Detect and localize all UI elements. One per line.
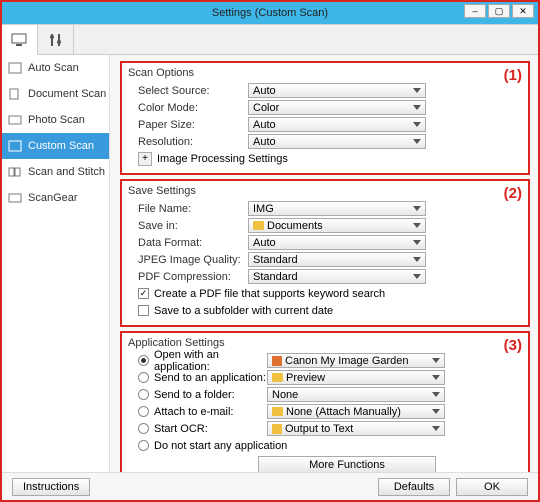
start-ocr-radio[interactable] bbox=[138, 423, 149, 434]
image-processing-label: Image Processing Settings bbox=[157, 153, 288, 165]
paper-size-label: Paper Size: bbox=[128, 119, 248, 131]
scangear-icon bbox=[8, 192, 22, 204]
sidebar-item-label: Document Scan bbox=[28, 88, 106, 100]
maximize-button[interactable]: ▢ bbox=[488, 4, 510, 18]
open-with-label: Open with an application: bbox=[154, 349, 267, 373]
data-format-label: Data Format: bbox=[128, 237, 248, 249]
select-source-dropdown[interactable]: Auto bbox=[248, 83, 426, 98]
data-format-dropdown[interactable]: Auto bbox=[248, 235, 426, 250]
open-with-dropdown[interactable]: Canon My Image Garden bbox=[267, 353, 445, 368]
more-functions-button[interactable]: More Functions bbox=[258, 456, 436, 472]
sidebar-item-label: Auto Scan bbox=[28, 62, 79, 74]
folder-icon bbox=[272, 373, 283, 382]
sidebar-item-photo-scan[interactable]: Photo Scan bbox=[2, 107, 109, 133]
content-area: Auto Scan Document Scan Photo Scan Custo… bbox=[2, 24, 538, 472]
stitch-icon bbox=[8, 166, 22, 178]
send-app-label: Send to an application: bbox=[154, 372, 267, 384]
start-ocr-label: Start OCR: bbox=[154, 423, 267, 435]
tab-tools[interactable] bbox=[38, 25, 74, 55]
file-name-dropdown[interactable]: IMG bbox=[248, 201, 426, 216]
document-scan-icon bbox=[8, 88, 22, 100]
main-panel: (1) Scan Options Select Source:Auto Colo… bbox=[110, 55, 538, 472]
pdf-compression-label: PDF Compression: bbox=[128, 271, 248, 283]
subfolder-checkbox[interactable] bbox=[138, 305, 149, 316]
sidebar-item-scangear[interactable]: ScanGear bbox=[2, 185, 109, 211]
color-mode-dropdown[interactable]: Color bbox=[248, 100, 426, 115]
select-source-label: Select Source: bbox=[128, 85, 248, 97]
top-tab-row bbox=[2, 25, 538, 55]
do-not-start-radio[interactable] bbox=[138, 440, 149, 451]
sidebar-item-label: Photo Scan bbox=[28, 114, 85, 126]
sidebar-item-label: Custom Scan bbox=[28, 140, 94, 152]
photo-scan-icon bbox=[8, 114, 22, 126]
auto-scan-icon bbox=[8, 62, 22, 74]
callout-1: (1) bbox=[504, 67, 522, 84]
pdf-compression-dropdown[interactable]: Standard bbox=[248, 269, 426, 284]
save-in-label: Save in: bbox=[128, 220, 248, 232]
group-scan-options: (1) Scan Options Select Source:Auto Colo… bbox=[120, 61, 530, 175]
do-not-start-label: Do not start any application bbox=[154, 440, 287, 452]
titlebar: Settings (Custom Scan) – ▢ ✕ bbox=[2, 2, 538, 24]
instructions-button[interactable]: Instructions bbox=[12, 478, 90, 496]
defaults-button[interactable]: Defaults bbox=[378, 478, 450, 496]
sidebar-item-label: Scan and Stitch bbox=[28, 166, 105, 178]
sidebar-item-scan-and-stitch[interactable]: Scan and Stitch bbox=[2, 159, 109, 185]
monitor-icon bbox=[10, 32, 30, 48]
custom-scan-icon bbox=[8, 140, 22, 152]
resolution-dropdown[interactable]: Auto bbox=[248, 134, 426, 149]
group-save-settings: (2) Save Settings File Name:IMG Save in:… bbox=[120, 179, 530, 327]
send-app-radio[interactable] bbox=[138, 372, 149, 383]
color-mode-label: Color Mode: bbox=[128, 102, 248, 114]
sidebar: Auto Scan Document Scan Photo Scan Custo… bbox=[2, 55, 110, 472]
send-folder-label: Send to a folder: bbox=[154, 389, 267, 401]
expand-image-processing-button[interactable]: + bbox=[138, 152, 152, 166]
pdf-keyword-label: Create a PDF file that supports keyword … bbox=[154, 288, 385, 300]
send-folder-radio[interactable] bbox=[138, 389, 149, 400]
attach-email-dropdown[interactable]: None (Attach Manually) bbox=[267, 404, 445, 419]
folder-icon bbox=[272, 407, 283, 416]
group-title: Scan Options bbox=[128, 67, 522, 79]
footer: Instructions Defaults OK bbox=[2, 472, 538, 500]
subfolder-label: Save to a subfolder with current date bbox=[154, 305, 333, 317]
sidebar-item-auto-scan[interactable]: Auto Scan bbox=[2, 55, 109, 81]
attach-email-radio[interactable] bbox=[138, 406, 149, 417]
tab-scan-from-computer[interactable] bbox=[2, 25, 38, 55]
app-icon bbox=[272, 356, 282, 366]
group-title: Application Settings bbox=[128, 337, 522, 349]
window-title: Settings (Custom Scan) bbox=[212, 7, 328, 19]
jpeg-quality-dropdown[interactable]: Standard bbox=[248, 252, 426, 267]
sidebar-item-label: ScanGear bbox=[28, 192, 78, 204]
save-in-dropdown[interactable]: Documents bbox=[248, 218, 426, 233]
send-app-dropdown[interactable]: Preview bbox=[267, 370, 445, 385]
group-title: Save Settings bbox=[128, 185, 522, 197]
resolution-label: Resolution: bbox=[128, 136, 248, 148]
callout-2: (2) bbox=[504, 185, 522, 202]
attach-email-label: Attach to e-mail: bbox=[154, 406, 267, 418]
tools-icon bbox=[47, 31, 65, 49]
send-folder-dropdown[interactable]: None bbox=[267, 387, 445, 402]
close-button[interactable]: ✕ bbox=[512, 4, 534, 18]
minimize-button[interactable]: – bbox=[464, 4, 486, 18]
sidebar-item-custom-scan[interactable]: Custom Scan bbox=[2, 133, 109, 159]
app-icon bbox=[272, 424, 282, 434]
open-with-radio[interactable] bbox=[138, 355, 149, 366]
callout-3: (3) bbox=[504, 337, 522, 354]
group-application-settings: (3) Application Settings Open with an ap… bbox=[120, 331, 530, 472]
folder-icon bbox=[253, 221, 264, 230]
jpeg-quality-label: JPEG Image Quality: bbox=[128, 254, 248, 266]
paper-size-dropdown[interactable]: Auto bbox=[248, 117, 426, 132]
start-ocr-dropdown[interactable]: Output to Text bbox=[267, 421, 445, 436]
pdf-keyword-checkbox[interactable]: ✓ bbox=[138, 288, 149, 299]
settings-window: Settings (Custom Scan) – ▢ ✕ Auto Scan D… bbox=[0, 0, 540, 502]
file-name-label: File Name: bbox=[128, 203, 248, 215]
ok-button[interactable]: OK bbox=[456, 478, 528, 496]
sidebar-item-document-scan[interactable]: Document Scan bbox=[2, 81, 109, 107]
